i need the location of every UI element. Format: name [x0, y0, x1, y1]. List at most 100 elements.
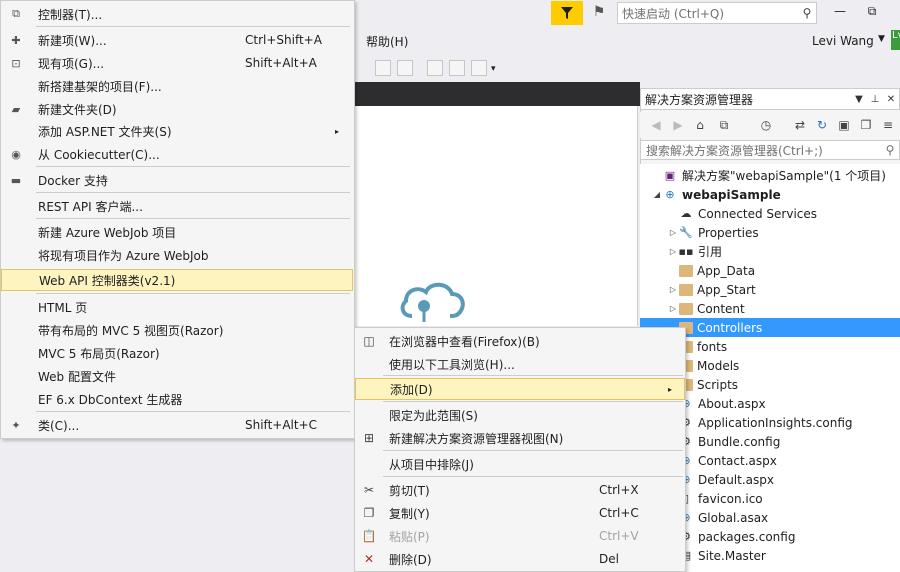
close-icon[interactable]: ✕: [883, 94, 899, 105]
toolbar-icon[interactable]: [449, 60, 465, 76]
feedback-icon[interactable]: ⚑: [590, 4, 608, 22]
tree-item-label: 引用: [698, 245, 723, 259]
menu-item-label: 新建文件夹(D): [38, 102, 117, 117]
tree-item[interactable]: ▣ 解决方案"webapiSample"(1 个项目): [640, 166, 900, 185]
menu-item[interactable]: ✕ 删除(D) Del: [355, 548, 685, 570]
solution-explorer-title: 解决方案资源管理器: [645, 92, 754, 107]
azure-cloud-icon: [400, 282, 465, 322]
pending-changes-icon[interactable]: ◷: [758, 117, 774, 133]
tree-item[interactable]: ▷ App_Start: [640, 280, 900, 299]
sync-icon[interactable]: ⇄: [792, 117, 808, 133]
properties-icon[interactable]: ≡: [880, 117, 896, 133]
minimize-button[interactable]: —: [830, 4, 850, 22]
menu-item[interactable]: ⊞ 新建解决方案资源管理器视图(N): [355, 427, 685, 449]
menu-item[interactable]: REST API 客户端...: [1, 195, 353, 217]
menu-item-label: 新建解决方案资源管理器视图(N): [389, 431, 564, 446]
menu-item[interactable]: 带有布局的 MVC 5 视图页(Razor): [1, 319, 353, 341]
show-all-files-icon[interactable]: ❐: [858, 117, 874, 133]
folder-icon: [679, 264, 693, 277]
connected-services-icon: ☁: [680, 206, 692, 220]
pin-icon[interactable]: ⊥: [867, 94, 883, 105]
expander-icon[interactable]: ▷: [668, 304, 678, 313]
menu-item[interactable]: 限定为此范围(S): [355, 404, 685, 426]
menu-item-label: EF 6.x DbContext 生成器: [38, 392, 183, 407]
menu-item-label: 从项目中排除(J): [389, 457, 474, 472]
home-icon[interactable]: ⌂: [692, 117, 708, 133]
chevron-down-icon[interactable]: ▼: [878, 34, 885, 44]
solution-explorer-header: 解决方案资源管理器 ▼ ⊥ ✕: [640, 88, 900, 110]
panel-dropdown-icon[interactable]: ▼: [851, 94, 867, 105]
forward-icon[interactable]: ▶: [670, 117, 686, 133]
menu-item-label: 现有项(G)...: [38, 56, 105, 71]
toolbar-overflow-icon[interactable]: ▾: [491, 64, 496, 74]
toolbar-icon[interactable]: [471, 60, 487, 76]
menu-item[interactable]: ◫ 在浏览器中查看(Firefox)(B): [355, 330, 685, 352]
tree-item-label: Controllers: [697, 320, 763, 335]
menu-item[interactable]: 新建 Azure WebJob 项目: [1, 221, 353, 243]
avatar[interactable]: Lv: [891, 30, 900, 50]
menu-item[interactable]: ❐ 复制(Y) Ctrl+C: [355, 502, 685, 524]
expander-icon[interactable]: ▷: [668, 285, 678, 294]
menu-item[interactable]: ⊡ 现有项(G)... Shift+Alt+A: [1, 52, 353, 74]
expander-icon[interactable]: ◢: [652, 190, 662, 199]
menu-item-label: 在浏览器中查看(Firefox)(B): [389, 334, 540, 349]
menu-item-shortcut: Shift+Alt+C: [245, 418, 318, 432]
tree-item-label: Bundle.config: [698, 434, 781, 449]
menu-separator: [383, 401, 683, 402]
menu-item[interactable]: ✦ 类(C)... Shift+Alt+C: [1, 414, 353, 436]
tree-item[interactable]: ◢ ⊕ webapiSample: [640, 185, 900, 204]
menu-item[interactable]: ▰ 新建文件夹(D): [1, 98, 353, 120]
tree-item-label: App_Data: [697, 263, 756, 278]
menu-item[interactable]: 新搭建基架的项目(F)...: [1, 75, 353, 97]
tree-item[interactable]: ▷ Content: [640, 299, 900, 318]
menu-item[interactable]: EF 6.x DbContext 生成器: [1, 388, 353, 410]
tree-item[interactable]: ▷ ▪▪ 引用: [640, 242, 900, 261]
tree-item[interactable]: ▷ 🔧 Properties: [640, 223, 900, 242]
menu-item-label: 将现有项目作为 Azure WebJob: [38, 248, 209, 263]
tree-item-label: Content: [697, 301, 745, 316]
funnel-icon: [561, 7, 573, 19]
menu-item[interactable]: ✂ 剪切(T) Ctrl+X: [355, 479, 685, 501]
toolbar-icon[interactable]: [427, 60, 443, 76]
toolbar-icon[interactable]: [375, 60, 391, 76]
collapse-all-icon[interactable]: ▣: [836, 117, 852, 133]
solution-explorer-search[interactable]: 搜索解决方案资源管理器(Ctrl+;) ⚲: [640, 140, 900, 160]
search-icon: ⚲: [802, 6, 812, 20]
user-name[interactable]: Levi Wang: [812, 34, 874, 48]
tree-item[interactable]: ☁ Connected Services: [640, 204, 900, 223]
menu-help[interactable]: 帮助(H): [366, 33, 408, 50]
menu-item-label: 新建项(W)...: [38, 33, 107, 48]
restore-button[interactable]: ⧉: [862, 4, 882, 22]
controller-icon: ⧉: [12, 7, 20, 20]
switch-views-icon[interactable]: ⧉: [716, 117, 732, 133]
menu-item[interactable]: 将现有项目作为 Azure WebJob: [1, 244, 353, 266]
menu-item[interactable]: HTML 页: [1, 296, 353, 318]
menu-separator: [383, 450, 683, 451]
filter-button[interactable]: [551, 1, 583, 25]
menu-item[interactable]: ◉ 从 Cookiecutter(C)...: [1, 143, 353, 165]
menu-item[interactable]: 添加 ASP.NET 文件夹(S) ▸: [1, 120, 353, 142]
expander-icon[interactable]: ▷: [668, 247, 678, 256]
menu-item-shortcut: Ctrl+X: [599, 483, 639, 497]
tree-item-label: Global.asax: [698, 510, 769, 525]
menu-item[interactable]: ▬ Docker 支持: [1, 169, 353, 191]
menu-item[interactable]: 从项目中排除(J): [355, 453, 685, 475]
menu-item[interactable]: 添加(D) ▸: [355, 378, 685, 400]
expander-icon[interactable]: ▷: [668, 228, 678, 237]
menu-item[interactable]: ✚ 新建项(W)... Ctrl+Shift+A: [1, 29, 353, 51]
menu-item-shortcut: Ctrl+C: [599, 506, 639, 520]
toolbar-icon[interactable]: [397, 60, 413, 76]
menu-item[interactable]: MVC 5 布局页(Razor): [1, 342, 353, 364]
menu-item[interactable]: 使用以下工具浏览(H)...: [355, 353, 685, 375]
menu-item[interactable]: Web 配置文件: [1, 365, 353, 387]
refresh-icon[interactable]: ↻: [814, 117, 830, 133]
tree-item-label: Scripts: [697, 377, 739, 392]
menu-item[interactable]: Web API 控制器类(v2.1): [1, 269, 353, 291]
menu-item[interactable]: ⧉ 控制器(T)...: [1, 3, 353, 25]
tree-item[interactable]: App_Data: [640, 261, 900, 280]
cut-icon: ✂: [363, 483, 375, 497]
back-icon[interactable]: ◀: [648, 117, 664, 133]
menu-item[interactable]: 📋 粘贴(P) Ctrl+V: [355, 525, 685, 547]
class-icon: ✦: [11, 418, 21, 432]
quick-launch-input[interactable]: 快速启动 (Ctrl+Q) ⚲: [617, 2, 817, 24]
